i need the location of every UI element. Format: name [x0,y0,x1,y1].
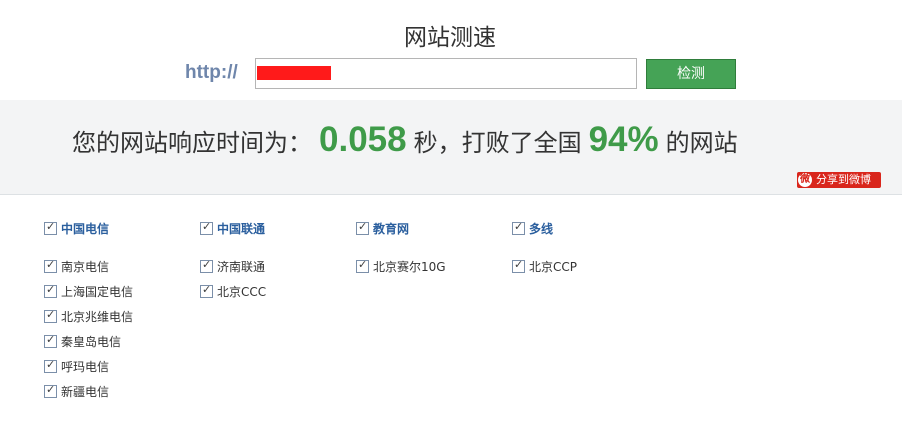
checkbox[interactable] [44,283,57,298]
page-title: 网站测速 [404,25,496,51]
node-row[interactable]: 新疆电信 [44,383,194,408]
checkbox[interactable] [512,258,525,273]
response-time: 0.058 [319,120,407,159]
checkbox[interactable] [356,220,369,235]
share-label: 分享到微博 [816,173,871,186]
checkbox[interactable] [512,220,525,235]
node-row[interactable]: 秦皇岛电信 [44,333,194,358]
node-row[interactable]: 呼玛电信 [44,358,194,383]
checkbox[interactable] [44,383,57,398]
node-row[interactable]: 北京CCC [200,283,350,308]
node-row[interactable]: 北京兆维电信 [44,308,194,333]
group-unicom: 中国联通 济南联通 北京CCC [200,220,350,308]
group-multiline: 多线 北京CCP [512,220,662,283]
group-header: 教育网 [373,222,410,236]
node-label: 上海国定电信 [61,285,134,299]
group-education: 教育网 北京赛尔10G [356,220,506,283]
node-row[interactable]: 南京电信 [44,258,194,283]
group-header-row[interactable]: 教育网 [356,220,506,258]
result-mid: 秒，打败了全国 [413,129,582,157]
node-row[interactable]: 北京CCP [512,258,662,283]
checkbox[interactable] [44,220,57,235]
result-suffix: 的网站 [665,129,738,157]
node-label: 呼玛电信 [61,360,110,374]
node-label: 济南联通 [217,260,266,274]
group-header: 中国联通 [217,222,266,236]
beat-percent: 94% [588,120,659,159]
checkbox[interactable] [200,283,213,298]
checkbox[interactable] [44,358,57,373]
node-row[interactable]: 北京赛尔10G [356,258,506,283]
node-label: 北京CCP [529,260,577,274]
result-text: 您的网站响应时间为： 0.058 秒，打败了全国 94% 的网站 [72,120,738,160]
result-prefix: 您的网站响应时间为： [72,129,312,157]
result-panel: 您的网站响应时间为： 0.058 秒，打败了全国 94% 的网站 微 分享到微博 [0,100,902,195]
group-header: 中国电信 [61,222,110,236]
checkbox[interactable] [200,220,213,235]
url-prefix: http:// [185,62,238,83]
node-label: 秦皇岛电信 [61,335,122,349]
group-telecom: 中国电信 南京电信 上海国定电信 北京兆维电信 秦皇岛电信 呼玛电信 新疆电信 [44,220,194,408]
node-label: 南京电信 [61,260,110,274]
group-header: 多线 [529,222,554,236]
checkbox[interactable] [44,333,57,348]
checkbox[interactable] [200,258,213,273]
node-label: 新疆电信 [61,385,110,399]
redacted-url-mark [257,66,331,80]
node-row[interactable]: 上海国定电信 [44,283,194,308]
group-header-row[interactable]: 多线 [512,220,662,258]
group-header-row[interactable]: 中国联通 [200,220,350,258]
checkbox[interactable] [356,258,369,273]
checkbox[interactable] [44,258,57,273]
node-label: 北京赛尔10G [373,260,446,274]
group-header-row[interactable]: 中国电信 [44,220,194,258]
node-label: 北京CCC [217,285,267,299]
node-row[interactable]: 济南联通 [200,258,350,283]
url-input[interactable] [255,58,637,89]
node-label: 北京兆维电信 [61,310,134,324]
checkbox[interactable] [44,308,57,323]
weibo-icon: 微 [798,173,812,187]
test-button[interactable]: 检测 [646,59,736,89]
share-weibo-button[interactable]: 微 分享到微博 [797,172,881,188]
